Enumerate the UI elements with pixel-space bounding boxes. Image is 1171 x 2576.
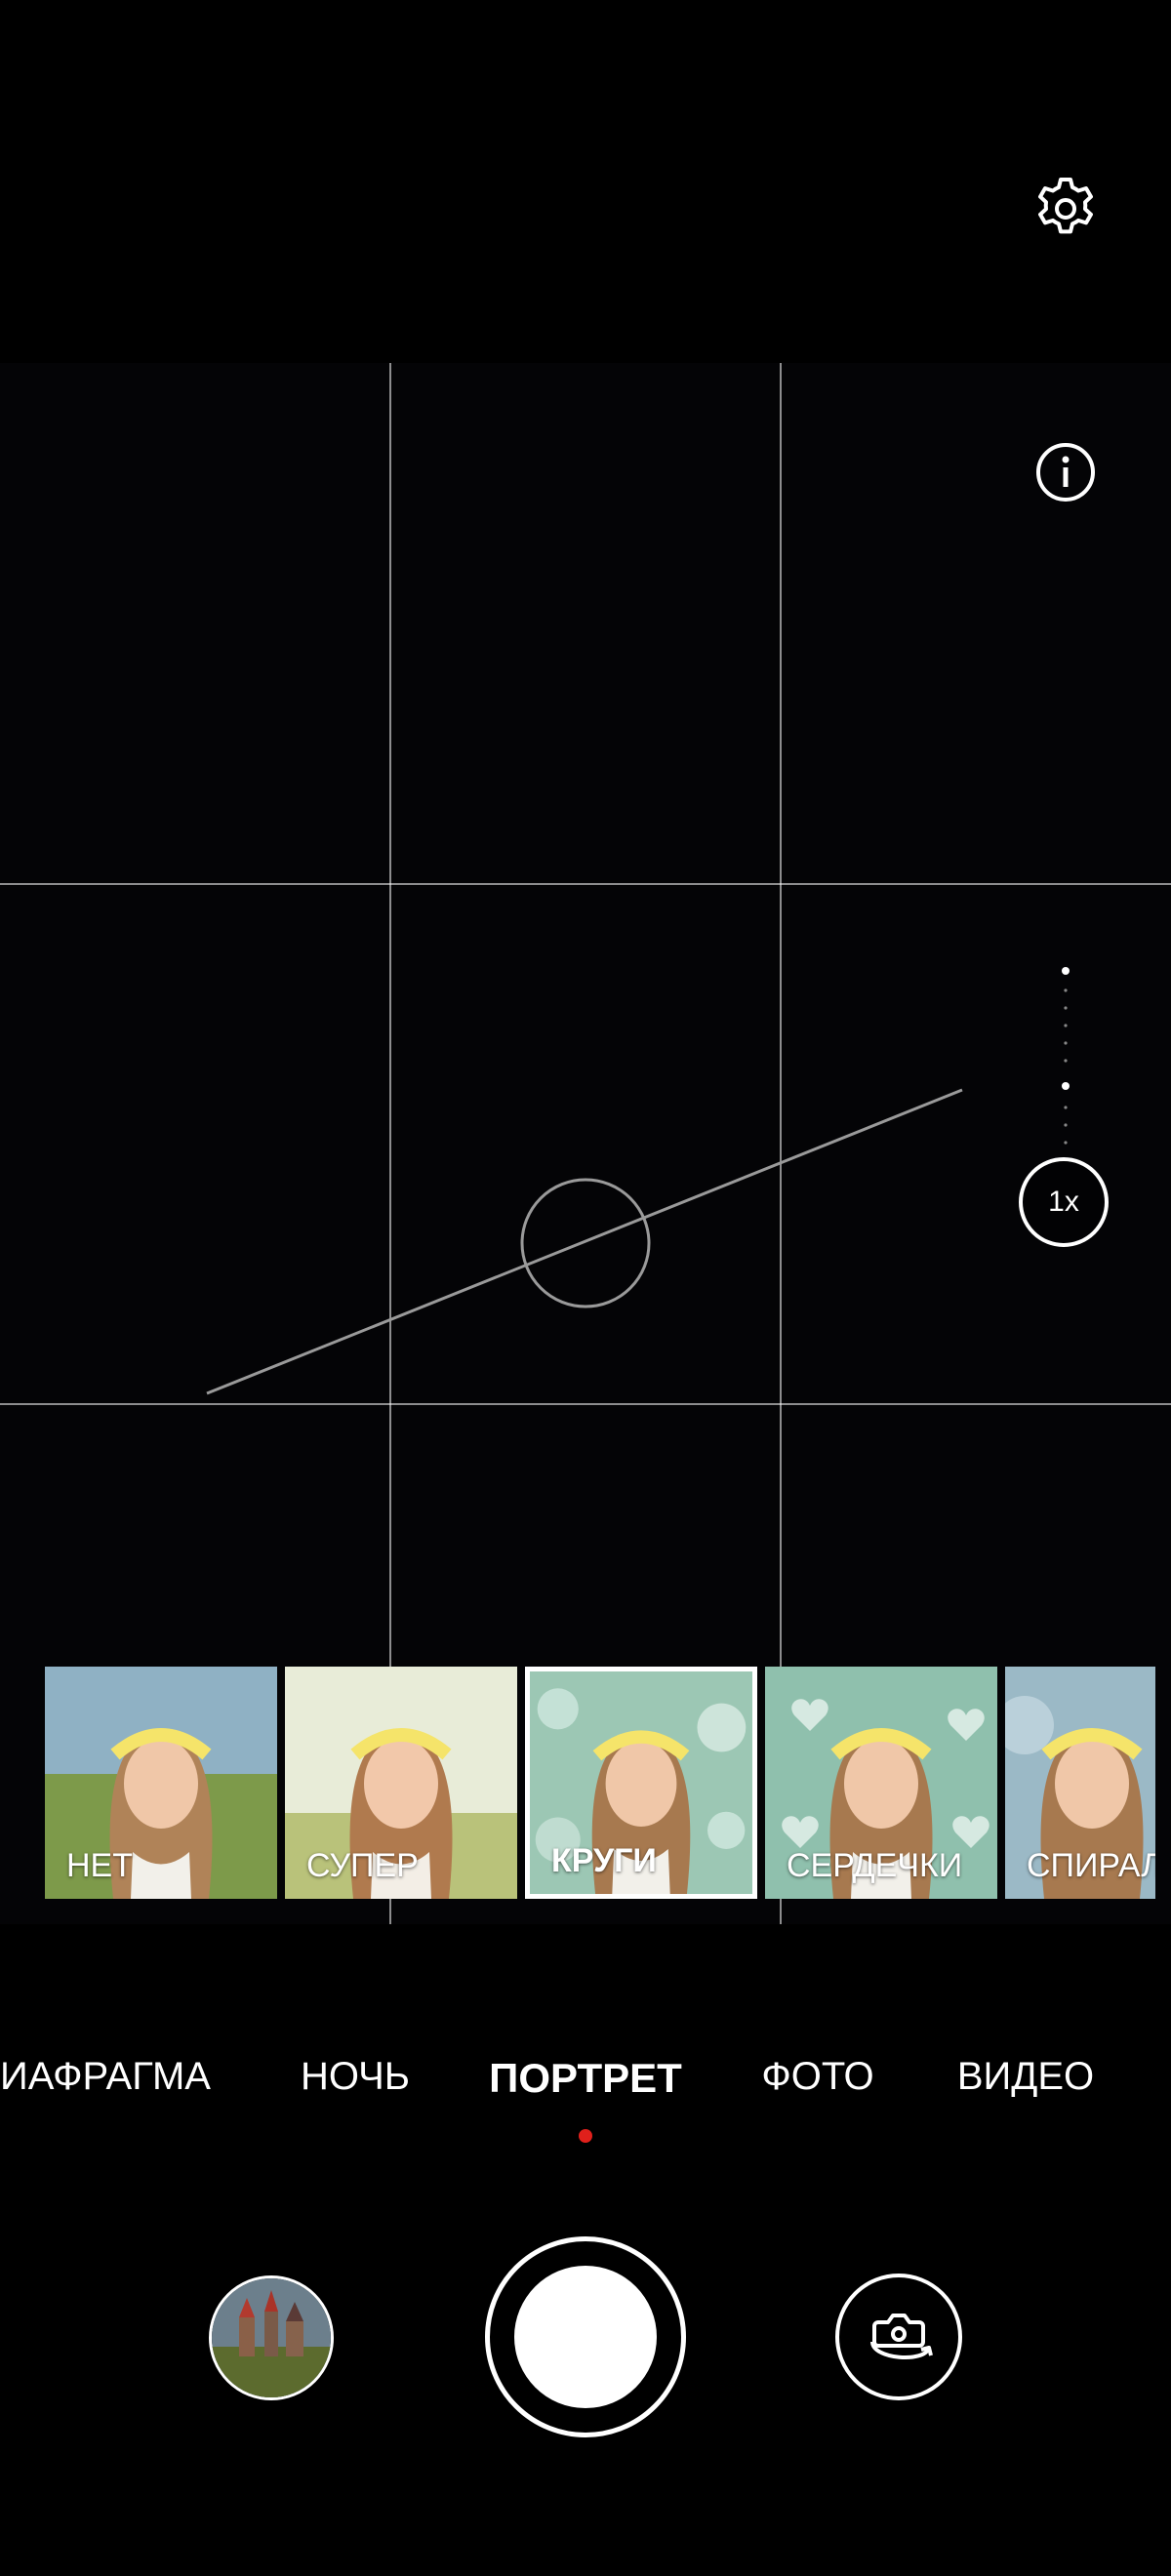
zoom-track[interactable] — [1062, 961, 1070, 1156]
grid-line-horizontal-top — [0, 883, 1171, 885]
gallery-thumbnail[interactable] — [209, 2275, 334, 2400]
effect-circles[interactable]: КРУГИ — [525, 1667, 757, 1899]
bokeh-effects-strip: НЕТ СУПЕР КРУГИ СЕРДЕЧКИ СПИРАЛ — [45, 1667, 1155, 1907]
effect-super[interactable]: СУПЕР — [285, 1667, 517, 1899]
mode-aperture[interactable]: ИАФРАГМА — [0, 2055, 211, 2099]
mode-portrait[interactable]: ПОРТРЕТ — [489, 2055, 682, 2102]
mode-photo[interactable]: ФОТО — [761, 2055, 873, 2099]
info-icon[interactable] — [1034, 441, 1097, 503]
effect-label: НЕТ — [66, 1847, 133, 1884]
effect-label: КРУГИ — [551, 1842, 657, 1879]
effect-label: СЕРДЕЧКИ — [787, 1847, 963, 1884]
active-mode-indicator — [579, 2129, 592, 2143]
effect-hearts[interactable]: СЕРДЕЧКИ — [765, 1667, 997, 1899]
switch-camera-icon — [870, 2314, 933, 2359]
effect-none[interactable]: НЕТ — [45, 1667, 277, 1899]
camera-mode-bar: ИАФРАГМА НОЧЬ ПОРТРЕТ ФОТО ВИДЕО — [0, 2055, 1171, 2123]
level-indicator — [206, 1088, 963, 1395]
zoom-button[interactable]: 1x — [1019, 1157, 1109, 1247]
switch-camera-button[interactable] — [835, 2274, 962, 2400]
effect-spiral[interactable]: СПИРАЛ — [1005, 1667, 1155, 1899]
zoom-label: 1x — [1048, 1186, 1079, 1218]
gear-icon[interactable] — [1032, 176, 1099, 242]
effect-label: СУПЕР — [306, 1847, 419, 1884]
mode-night[interactable]: НОЧЬ — [301, 2055, 410, 2099]
mode-video[interactable]: ВИДЕО — [957, 2055, 1094, 2099]
shutter-button-core[interactable] — [514, 2266, 657, 2408]
effect-label: СПИРАЛ — [1027, 1847, 1155, 1884]
